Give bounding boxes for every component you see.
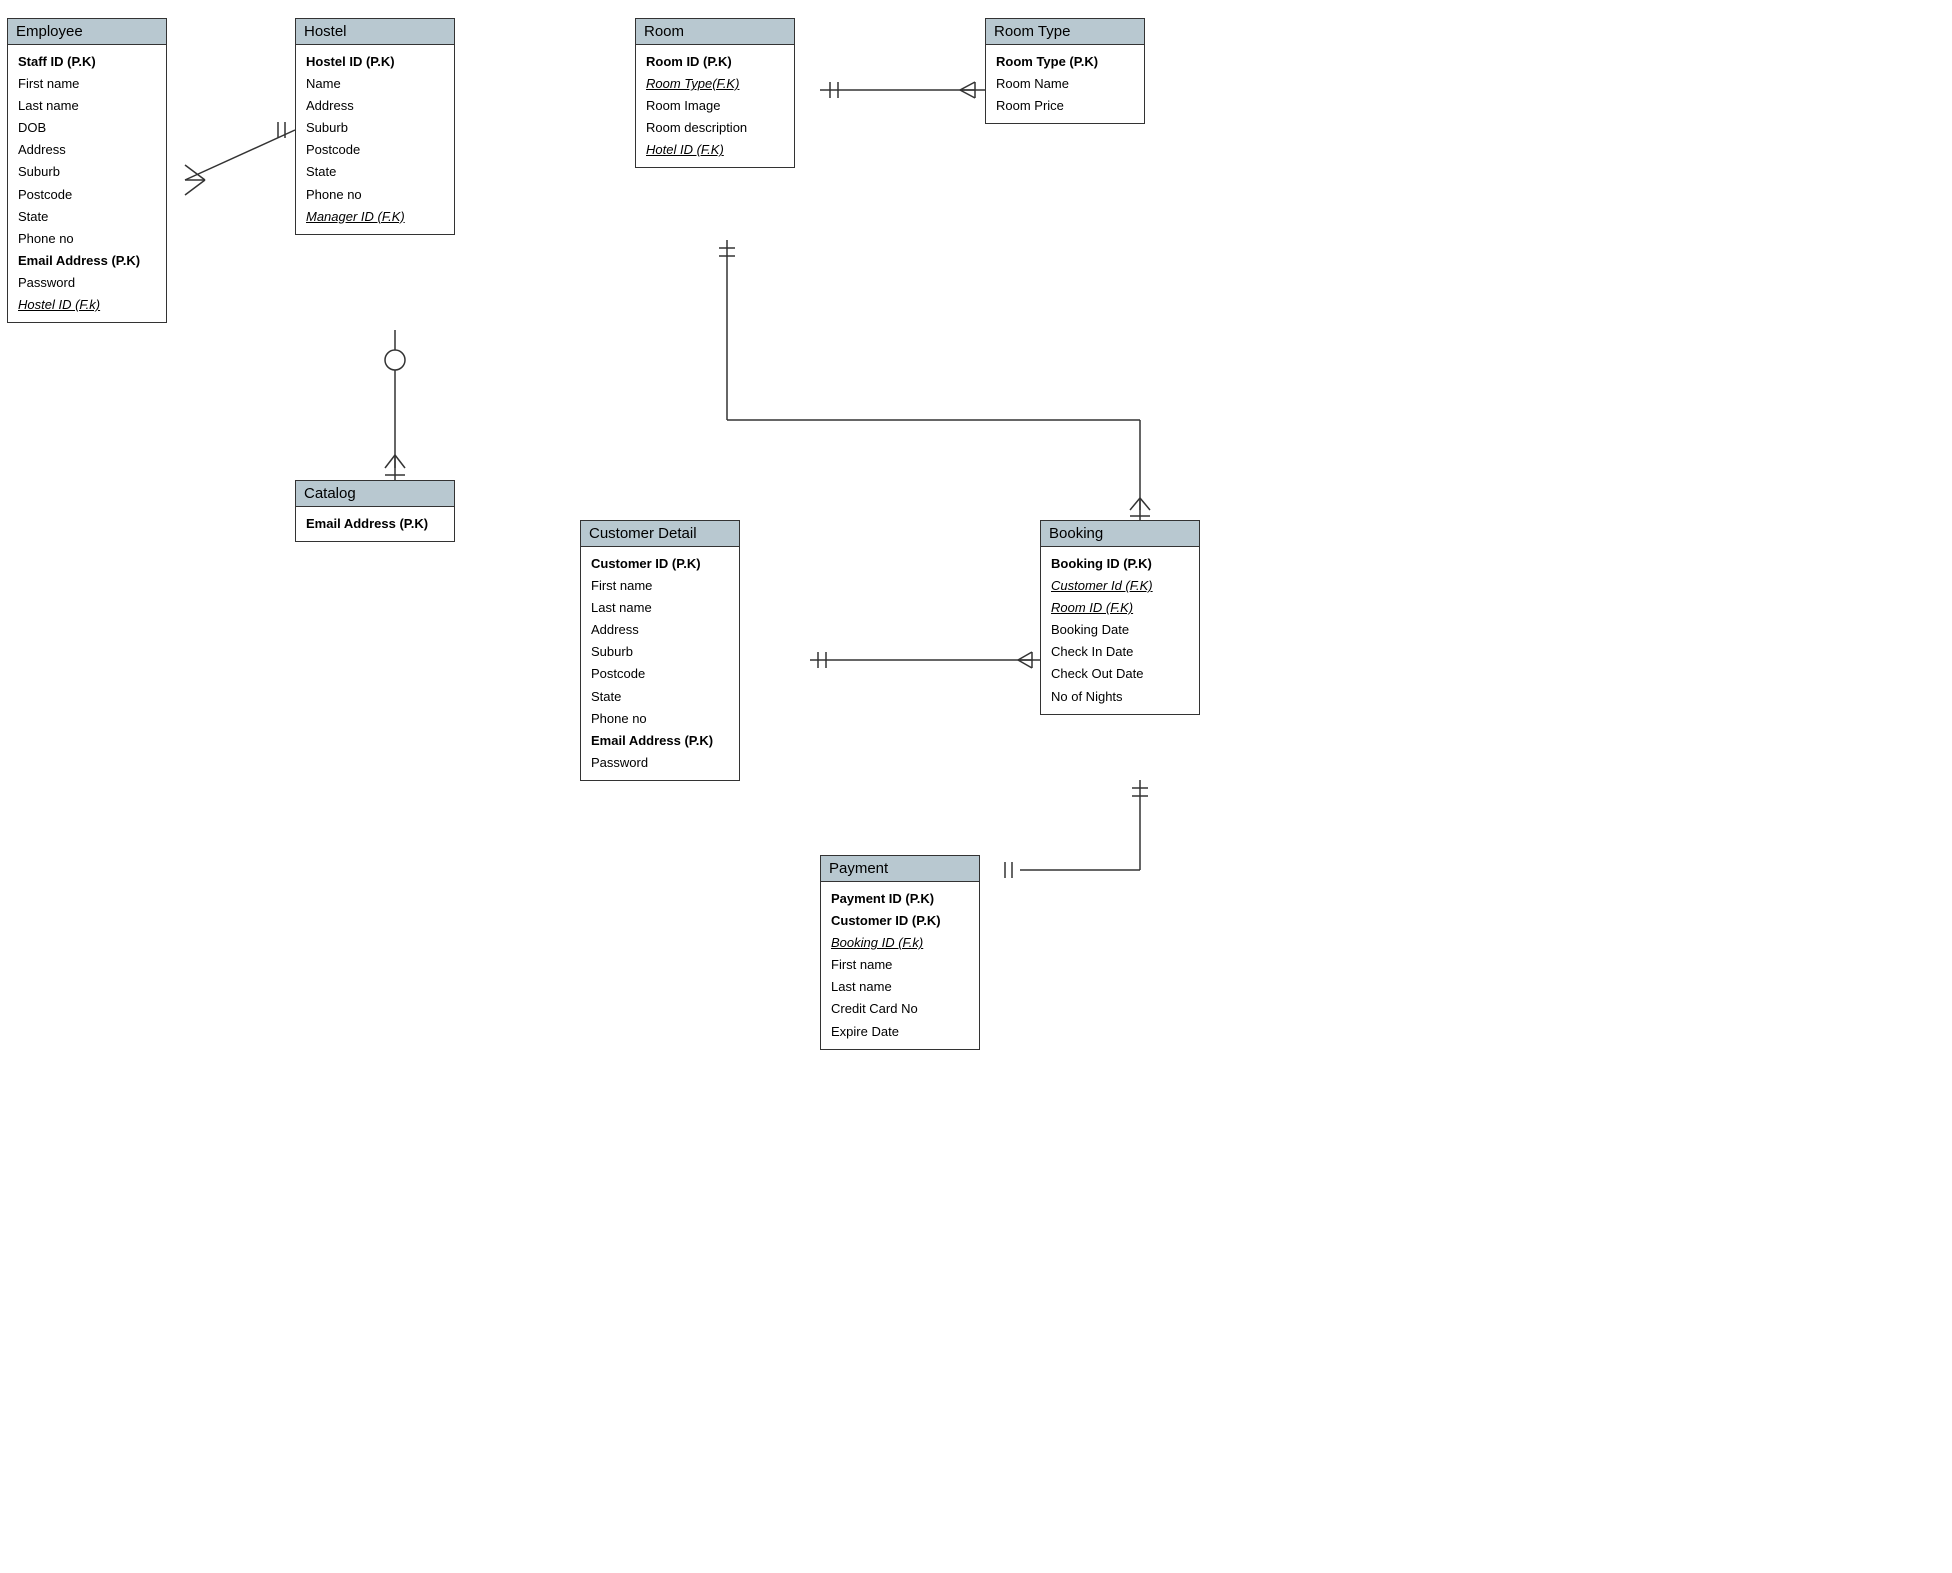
field-roomtype-1: Room Name <box>996 73 1134 95</box>
entity-header-hostel: Hostel <box>296 19 454 45</box>
entity-body-customerdetail: Customer ID (P.K)First nameLast nameAddr… <box>581 547 739 780</box>
field-booking-1: Customer Id (F.K) <box>1051 575 1189 597</box>
field-employee-0: Staff ID (P.K) <box>18 51 156 73</box>
field-room-3: Room description <box>646 117 784 139</box>
entity-body-catalog: Email Address (P.K) <box>296 507 454 541</box>
er-diagram-connections <box>0 0 1952 1573</box>
field-employee-1: First name <box>18 73 156 95</box>
entity-header-roomtype: Room Type <box>986 19 1144 45</box>
field-customerdetail-8: Email Address (P.K) <box>591 730 729 752</box>
field-employee-10: Password <box>18 272 156 294</box>
entity-body-hostel: Hostel ID (P.K)NameAddressSuburbPostcode… <box>296 45 454 234</box>
field-payment-6: Expire Date <box>831 1021 969 1043</box>
entity-header-room: Room <box>636 19 794 45</box>
field-hostel-7: Manager ID (F.K) <box>306 206 444 228</box>
entity-room: RoomRoom ID (P.K)Room Type(F.K)Room Imag… <box>635 18 795 168</box>
field-hostel-0: Hostel ID (P.K) <box>306 51 444 73</box>
field-payment-4: Last name <box>831 976 969 998</box>
field-employee-11: Hostel ID (F.k) <box>18 294 156 316</box>
field-payment-5: Credit Card No <box>831 998 969 1020</box>
field-hostel-4: Postcode <box>306 139 444 161</box>
field-room-1: Room Type(F.K) <box>646 73 784 95</box>
field-payment-2: Booking ID (F.k) <box>831 932 969 954</box>
entity-header-employee: Employee <box>8 19 166 45</box>
field-booking-0: Booking ID (P.K) <box>1051 553 1189 575</box>
entity-payment: PaymentPayment ID (P.K)Customer ID (P.K)… <box>820 855 980 1050</box>
field-employee-4: Address <box>18 139 156 161</box>
entity-header-catalog: Catalog <box>296 481 454 507</box>
field-customerdetail-2: Last name <box>591 597 729 619</box>
field-payment-0: Payment ID (P.K) <box>831 888 969 910</box>
entity-customerdetail: Customer DetailCustomer ID (P.K)First na… <box>580 520 740 781</box>
entity-header-booking: Booking <box>1041 521 1199 547</box>
field-customerdetail-9: Password <box>591 752 729 774</box>
entity-booking: BookingBooking ID (P.K)Customer Id (F.K)… <box>1040 520 1200 715</box>
entity-roomtype: Room TypeRoom Type (P.K)Room NameRoom Pr… <box>985 18 1145 124</box>
field-employee-2: Last name <box>18 95 156 117</box>
field-customerdetail-6: State <box>591 686 729 708</box>
field-booking-5: Check Out Date <box>1051 663 1189 685</box>
field-employee-5: Suburb <box>18 161 156 183</box>
entity-hostel: HostelHostel ID (P.K)NameAddressSuburbPo… <box>295 18 455 235</box>
field-hostel-5: State <box>306 161 444 183</box>
field-hostel-1: Name <box>306 73 444 95</box>
field-employee-8: Phone no <box>18 228 156 250</box>
entity-body-room: Room ID (P.K)Room Type(F.K)Room ImageRoo… <box>636 45 794 167</box>
field-customerdetail-0: Customer ID (P.K) <box>591 553 729 575</box>
field-customerdetail-3: Address <box>591 619 729 641</box>
entity-catalog: Catalog Email Address (P.K) <box>295 480 455 542</box>
field-booking-2: Room ID (F.K) <box>1051 597 1189 619</box>
field-customerdetail-7: Phone no <box>591 708 729 730</box>
field-payment-3: First name <box>831 954 969 976</box>
field-roomtype-2: Room Price <box>996 95 1134 117</box>
field-employee-6: Postcode <box>18 184 156 206</box>
field-booking-3: Booking Date <box>1051 619 1189 641</box>
field-room-0: Room ID (P.K) <box>646 51 784 73</box>
field-customerdetail-5: Postcode <box>591 663 729 685</box>
entity-body-payment: Payment ID (P.K)Customer ID (P.K)Booking… <box>821 882 979 1049</box>
field-room-4: Hotel ID (F.K) <box>646 139 784 161</box>
field-employee-3: DOB <box>18 117 156 139</box>
field-customerdetail-1: First name <box>591 575 729 597</box>
field-employee-9: Email Address (P.K) <box>18 250 156 272</box>
entity-header-payment: Payment <box>821 856 979 882</box>
field-booking-6: No of Nights <box>1051 686 1189 708</box>
entity-employee: EmployeeStaff ID (P.K)First nameLast nam… <box>7 18 167 323</box>
entity-body-roomtype: Room Type (P.K)Room NameRoom Price <box>986 45 1144 123</box>
field-employee-7: State <box>18 206 156 228</box>
field-hostel-2: Address <box>306 95 444 117</box>
entity-body-employee: Staff ID (P.K)First nameLast nameDOBAddr… <box>8 45 166 322</box>
field-room-2: Room Image <box>646 95 784 117</box>
field-booking-4: Check In Date <box>1051 641 1189 663</box>
field-payment-1: Customer ID (P.K) <box>831 910 969 932</box>
field-customerdetail-4: Suburb <box>591 641 729 663</box>
field-catalog-0: Email Address (P.K) <box>306 513 444 535</box>
field-hostel-3: Suburb <box>306 117 444 139</box>
field-hostel-6: Phone no <box>306 184 444 206</box>
entity-header-customerdetail: Customer Detail <box>581 521 739 547</box>
entity-body-booking: Booking ID (P.K)Customer Id (F.K)Room ID… <box>1041 547 1199 714</box>
field-roomtype-0: Room Type (P.K) <box>996 51 1134 73</box>
